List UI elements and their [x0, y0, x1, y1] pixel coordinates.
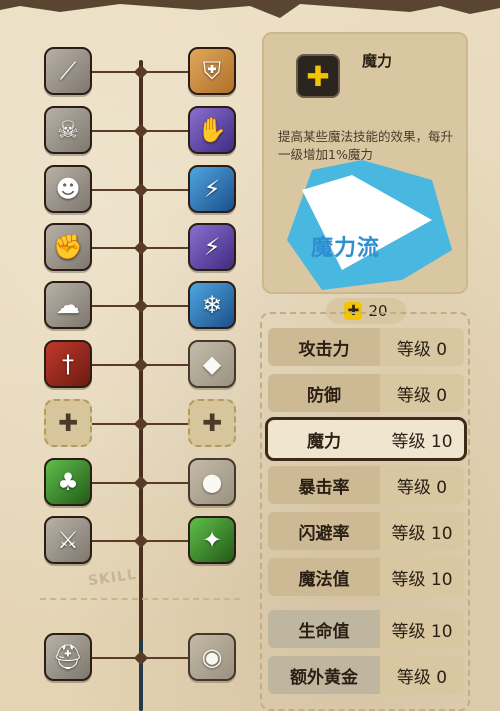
stat-name: 魔法值 [268, 558, 380, 596]
stat-list: 攻击力 等级 0 防御 等级 0 魔力 等级 10 暴击率 等级 0 闪避率 等… [260, 312, 470, 711]
helm-icon: ⛑ [52, 643, 84, 671]
dagger-icon: † [62, 350, 74, 378]
plus-icon: ✚ [201, 409, 223, 437]
skill-eye[interactable]: ◉ [188, 633, 236, 681]
stat-row-mana[interactable]: 魔法值 等级 10 [268, 558, 464, 596]
section-divider [40, 598, 240, 600]
skill-treant[interactable]: ♣ [44, 458, 92, 506]
skill-shock[interactable]: ⚡ [188, 223, 236, 271]
shard-icon: ◆ [202, 350, 222, 378]
magic-stat-icon: ✚ [296, 54, 340, 98]
skill-orb[interactable]: ● [188, 458, 236, 506]
stat-level: 等级 10 [380, 558, 464, 596]
skill-fist[interactable]: ✊ [44, 223, 92, 271]
skill-cross-sword[interactable]: ⚔ [44, 516, 92, 564]
skill-dark-hand[interactable]: ✋ [188, 106, 236, 154]
skill-ghost[interactable]: ☁ [44, 281, 92, 329]
stat-name: 攻击力 [268, 328, 380, 366]
skill-shout[interactable]: ☻ [44, 165, 92, 213]
stat-name: 额外黄金 [268, 656, 380, 694]
skill-claw[interactable]: ⟋ [44, 47, 92, 95]
shout-icon: ☻ [55, 175, 81, 203]
stat-level: 等级 10 [380, 610, 464, 648]
skill-spirit[interactable]: ✦ [188, 516, 236, 564]
skill-locked-right[interactable]: ✚ [188, 399, 236, 447]
skill-tree: ⟋ ☠ ☻ ✊ ☁ † ✚ ♣ ⚔ ⛨ ✋ ⚡ ⚡ ❄ ◆ ✚ ● ✦ SKIL… [0, 0, 262, 711]
stat-name: 防御 [268, 374, 380, 412]
skill-tree-trunk [139, 60, 143, 711]
stat-level: 等级 0 [380, 328, 464, 366]
orb-icon: ● [201, 468, 223, 496]
skull-icon: ☠ [57, 116, 79, 144]
eye-icon: ◉ [201, 643, 223, 671]
plus-icon: ✚ [57, 409, 79, 437]
stat-row-attack[interactable]: 攻击力 等级 0 [268, 328, 464, 366]
stat-row-magic[interactable]: 魔力 等级 10 [265, 417, 467, 461]
fist-icon: ✊ [53, 233, 83, 261]
stat-row-extra-gold[interactable]: 额外黄金 等级 0 [268, 656, 464, 694]
stat-level: 等级 0 [380, 374, 464, 412]
claw-icon: ⟋ [59, 57, 77, 85]
dark-hand-icon: ✋ [197, 116, 227, 144]
shield-icon: ⛨ [203, 57, 221, 85]
stat-level: 等级 10 [380, 420, 464, 458]
skill-frost[interactable]: ❄ [188, 281, 236, 329]
lightning-icon: ⚡ [203, 175, 221, 203]
stat-row-dodge[interactable]: 闪避率 等级 10 [268, 512, 464, 550]
skill-locked-left[interactable]: ✚ [44, 399, 92, 447]
skill-helm[interactable]: ⛑ [44, 633, 92, 681]
frost-icon: ❄ [201, 291, 223, 319]
skill-lightning[interactable]: ⚡ [188, 165, 236, 213]
stat-row-health[interactable]: 生命值 等级 10 [268, 610, 464, 648]
skill-dagger[interactable]: † [44, 340, 92, 388]
skill-skull[interactable]: ☠ [44, 106, 92, 154]
spirit-icon: ✦ [201, 526, 223, 554]
skill-section-label: SKILL [87, 566, 138, 590]
stat-name: 暴击率 [268, 466, 380, 504]
stat-row-crit[interactable]: 暴击率 等级 0 [268, 466, 464, 504]
stat-name: 生命值 [268, 610, 380, 648]
detail-description: 提高某些魔法技能的效果，每升一级增加1%魔力 [278, 129, 454, 162]
banner-text: 魔力流 [311, 236, 381, 261]
skill-shard[interactable]: ◆ [188, 340, 236, 388]
stat-level: 等级 0 [380, 466, 464, 504]
shock-icon: ⚡ [203, 233, 221, 261]
stat-name: 闪避率 [268, 512, 380, 550]
stat-name: 魔力 [268, 420, 380, 458]
stat-level: 等级 10 [380, 512, 464, 550]
cross-sword-icon: ⚔ [57, 526, 79, 554]
detail-title: 魔力 [362, 52, 393, 70]
skill-shield[interactable]: ⛨ [188, 47, 236, 95]
treant-icon: ♣ [57, 468, 79, 496]
banner-graphic [287, 160, 452, 290]
stat-level: 等级 0 [380, 656, 464, 694]
stat-row-defense[interactable]: 防御 等级 0 [268, 374, 464, 412]
ghost-icon: ☁ [56, 291, 80, 319]
